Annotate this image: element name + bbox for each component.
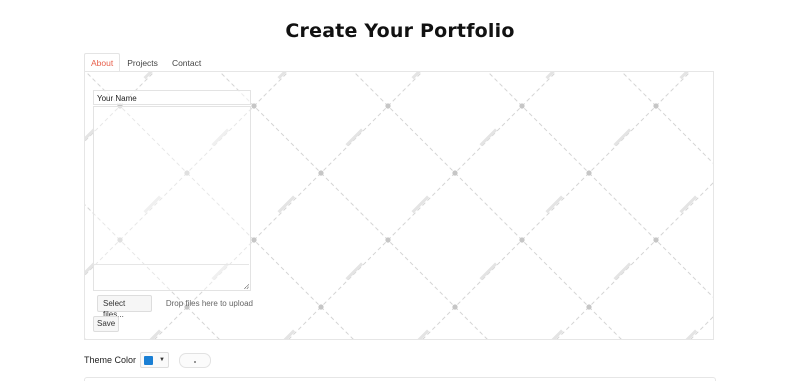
theme-toggle-switch[interactable]	[178, 352, 211, 368]
page-title: Create Your Portfolio	[285, 20, 515, 42]
theme-color-label: Theme Color	[84, 355, 137, 365]
tab-projects[interactable]: Projects	[120, 53, 165, 72]
file-upload: Select files... Drop files here to uploa…	[93, 294, 253, 319]
tab-strip: About Projects Contact	[84, 53, 208, 72]
name-input[interactable]: Your Name	[93, 90, 251, 105]
toggle-knob	[193, 360, 196, 363]
theme-color-picker[interactable]: ▼	[140, 352, 169, 368]
theme-row: Theme Color ▼	[84, 352, 211, 368]
color-swatch	[144, 355, 154, 365]
select-files-button[interactable]: Select files...	[97, 294, 152, 319]
next-section-edge	[84, 377, 716, 381]
drop-zone-hint[interactable]: Drop files here to upload	[166, 299, 253, 308]
about-panel: Your Name Select files... Drop files her…	[84, 71, 714, 340]
save-button[interactable]: Save	[93, 316, 120, 332]
caret-down-icon: ▼	[159, 357, 165, 363]
tab-about[interactable]: About	[84, 53, 121, 72]
textarea-divider	[93, 264, 249, 265]
tab-contact[interactable]: Contact	[165, 53, 208, 72]
